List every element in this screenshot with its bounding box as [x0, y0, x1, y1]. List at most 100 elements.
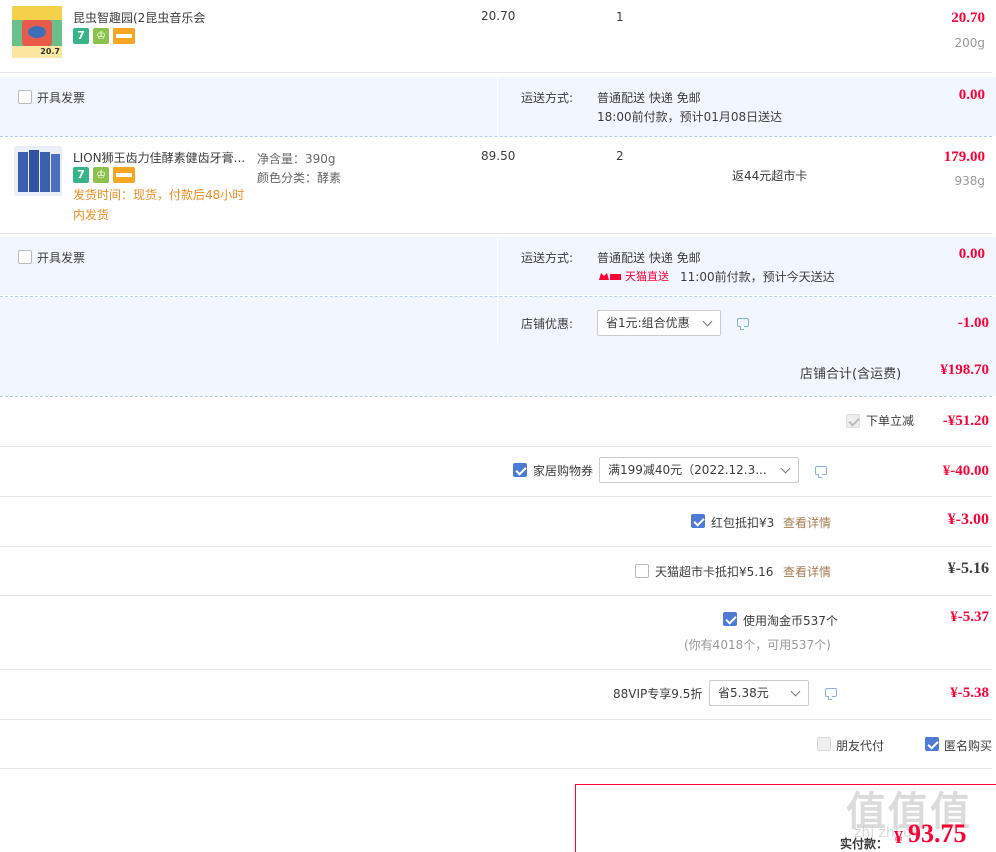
redpacket-checkbox[interactable] [691, 514, 705, 528]
coupon-select[interactable]: 满199减40元（2022.12.3... [599, 457, 799, 483]
shipping-block-2: 开具发票 运送方式: 普通配送 快递 免邮 天猫直送 11:00前付款，预计今天… [0, 237, 996, 295]
message-icon[interactable] [815, 466, 827, 478]
message-icon[interactable] [737, 318, 749, 330]
seven-day-return-icon: 7 [73, 167, 89, 183]
thumbnail-price-label: 20.7 [40, 47, 60, 56]
shop-discount-row: 店铺优惠: 省1元:组合优惠 -1.00 [0, 297, 996, 344]
order-item-2: LION狮王齿力佳酵素健齿牙膏... 7 ♔ 发货时间：现货，付款后48小时内发… [0, 137, 996, 233]
coupon-row: 家居购物券 满199减40元（2022.12.3... ¥-40.00 [0, 447, 996, 496]
item-total-1: 20.70 [951, 10, 985, 26]
friend-pay-label: 朋友代付 [836, 739, 885, 753]
redpacket-label: 红包抵扣¥3 [711, 516, 775, 530]
redpacket-row: 红包抵扣¥3 查看详情 ¥-3.00 [0, 497, 996, 546]
item-total-2: 179.00 [943, 149, 985, 165]
vip-value: ¥-5.38 [950, 685, 989, 701]
pay-currency: ¥ [894, 827, 903, 847]
vip-select[interactable]: 省5.38元 [709, 680, 809, 706]
taojinbi-row: 使用淘金币537个 (你有4018个，可用537个) ¥-5.37 [0, 596, 996, 669]
payment-options-row: 朋友代付 匿名购买 [0, 720, 996, 768]
divider [0, 72, 992, 73]
unit-price-1: 20.70 [481, 9, 516, 23]
anonymous-checkbox[interactable] [925, 737, 939, 751]
guarantee-icon: ♔ [93, 28, 109, 44]
shipping-label-1: 运送方式: [521, 91, 574, 105]
redpacket-details-link[interactable]: 查看详情 [783, 514, 831, 531]
divider [0, 768, 992, 769]
product-spec-color: 颜色分类：酵素 [257, 171, 342, 185]
supercard-value: ¥-5.16 [947, 560, 989, 577]
product-thumbnail-2[interactable] [14, 146, 62, 196]
coupon-label: 家居购物券 [533, 464, 594, 478]
shop-discount-select[interactable]: 省1元:组合优惠 [597, 310, 721, 336]
card-payment-icon [113, 28, 135, 44]
vip-label: 88VIP专享9.5折 [613, 687, 703, 701]
chevron-down-icon [780, 463, 791, 474]
friend-pay-checkbox[interactable] [817, 737, 831, 751]
item-weight-1: 200g [954, 36, 985, 50]
instant-discount-checkbox [846, 414, 860, 428]
shop-discount-value: -1.00 [957, 315, 989, 331]
shipping-fee-2: 0.00 [958, 246, 985, 262]
product-spec-weight: 净含量：390g [257, 152, 336, 166]
redpacket-value: ¥-3.00 [947, 511, 989, 528]
order-item-1: 20.7 昆虫智趣园(2昆虫音乐会 7 ♔ 20.70 1 20.70 200g [0, 0, 996, 72]
shop-total-value: ¥198.70 [940, 362, 989, 378]
shop-discount-label: 店铺优惠: [521, 317, 574, 331]
quantity-1: 1 [616, 10, 624, 24]
product-title-1[interactable]: 昆虫智趣园(2昆虫音乐会 [73, 9, 205, 26]
vip-select-value: 省5.38元 [718, 686, 769, 700]
anonymous-label: 匿名购买 [944, 739, 993, 753]
instant-discount-value: -¥51.20 [942, 413, 989, 429]
shop-total-label: 店铺合计(含运费) [800, 367, 902, 382]
invoice-label-2: 开具发票 [37, 251, 86, 265]
shipping-eta-1: 18:00前付款，预计01月08日送达 [597, 110, 783, 124]
divider [497, 77, 498, 136]
divider [497, 297, 498, 344]
shipping-method-1: 普通配送 快递 免邮 [597, 91, 701, 105]
supercard-checkbox[interactable] [635, 564, 649, 578]
chevron-down-icon [702, 316, 713, 327]
supercard-details-link[interactable]: 查看详情 [783, 563, 831, 580]
seven-day-return-icon: 7 [73, 28, 89, 44]
supermarket-card-rebate: 返44元超市卡 [732, 169, 808, 183]
shop-discount-select-value: 省1元:组合优惠 [606, 316, 690, 330]
shop-total-row: 店铺合计(含运费) ¥198.70 [0, 344, 996, 396]
shipping-method-2: 普通配送 快递 免邮 [597, 251, 701, 265]
shipping-eta-2: 11:00前付款，预计今天送达 [680, 270, 835, 284]
item-weight-2: 938g [954, 174, 985, 188]
tmall-direct-tag: 天猫直送 [625, 270, 669, 283]
unit-price-2: 89.50 [481, 149, 516, 163]
pay-amount: 93.75 [908, 819, 967, 848]
invoice-label-1: 开具发票 [37, 91, 86, 105]
taojinbi-label: 使用淘金币537个 [743, 614, 838, 628]
divider [0, 233, 992, 234]
product-title-2[interactable]: LION狮王齿力佳酵素健齿牙膏... [73, 149, 249, 166]
vip-row: 88VIP专享9.5折 省5.38元 ¥-5.38 [0, 670, 996, 719]
chevron-down-icon [790, 686, 801, 697]
divider [497, 237, 498, 295]
instant-discount-row: 下单立减 -¥51.20 [0, 397, 996, 446]
coupon-checkbox[interactable] [513, 463, 527, 477]
invoice-checkbox-1[interactable] [18, 90, 32, 104]
tmall-cat-icon [598, 270, 622, 280]
supercard-label: 天猫超市卡抵扣¥5.16 [655, 565, 774, 579]
taojinbi-value: ¥-5.37 [950, 609, 989, 625]
taojinbi-checkbox[interactable] [723, 612, 737, 626]
coupon-value: ¥-40.00 [942, 463, 989, 479]
taojinbi-note: (你有4018个，可用537个) [684, 638, 831, 652]
product-thumbnail-1[interactable]: 20.7 [12, 6, 62, 58]
instant-discount-label: 下单立减 [866, 414, 915, 428]
pay-label: 实付款： [840, 837, 889, 851]
payment-summary-box: 值 值 值 zhi zhi de 实付款： ¥ 93.75 [575, 784, 996, 852]
shipping-fee-1: 0.00 [958, 87, 985, 103]
quantity-2: 2 [616, 149, 624, 163]
coupon-select-value: 满199减40元（2022.12.3... [608, 463, 767, 477]
shipping-label-2: 运送方式: [521, 251, 574, 265]
shipping-block-1: 开具发票 运送方式: 普通配送 快递 免邮 18:00前付款，预计01月08日送… [0, 77, 996, 136]
card-payment-icon [113, 167, 135, 183]
supercard-row: 天猫超市卡抵扣¥5.16 查看详情 ¥-5.16 [0, 547, 996, 595]
guarantee-icon: ♔ [93, 167, 109, 183]
delivery-time-note: 发货时间：现货，付款后48小时内发货 [73, 188, 245, 222]
invoice-checkbox-2[interactable] [18, 250, 32, 264]
message-icon[interactable] [825, 688, 837, 700]
